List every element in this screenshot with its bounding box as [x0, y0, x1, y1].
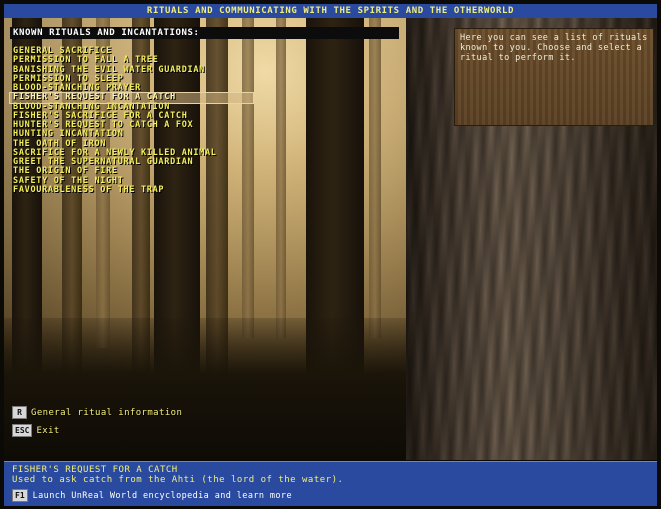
ritual-item[interactable]: FAVOURABLENESS OF THE TRAP	[10, 185, 310, 195]
ritual-list: GENERAL SACRIFICE PERMISSION TO FALL A TR…	[9, 46, 310, 195]
r-key[interactable]: R	[12, 406, 27, 419]
info-panel: Here you can see a list of rituals known…	[454, 28, 654, 126]
exit-hint[interactable]: ESC Exit	[12, 424, 60, 437]
general-info-hint[interactable]: R General ritual information	[12, 406, 182, 419]
selected-ritual-description: Used to ask catch from the Ahti (the lor…	[12, 475, 344, 485]
encyclopedia-hint[interactable]: F1 Launch UnReal World encyclopedia and …	[12, 489, 292, 502]
window-title: RITUALS AND COMMUNICATING WITH THE SPIRI…	[4, 4, 657, 19]
encyclopedia-label: Launch UnReal World encyclopedia and lea…	[32, 490, 292, 501]
general-info-label: General ritual information	[31, 407, 183, 418]
bottom-status-bar: FISHER'S REQUEST FOR A CATCH Used to ask…	[4, 461, 657, 506]
esc-key[interactable]: ESC	[12, 424, 33, 437]
ritual-list-header: KNOWN RITUALS AND INCANTATIONS:	[10, 27, 399, 39]
tree-trunk	[369, 18, 381, 338]
selected-ritual-title: FISHER'S REQUEST FOR A CATCH	[12, 465, 178, 475]
game-screen: RITUALS AND COMMUNICATING WITH THE SPIRI…	[0, 0, 661, 509]
f1-key[interactable]: F1	[12, 489, 28, 502]
forest-floor	[4, 318, 424, 460]
info-panel-text: Here you can see a list of rituals known…	[460, 33, 648, 63]
exit-label: Exit	[36, 425, 60, 436]
